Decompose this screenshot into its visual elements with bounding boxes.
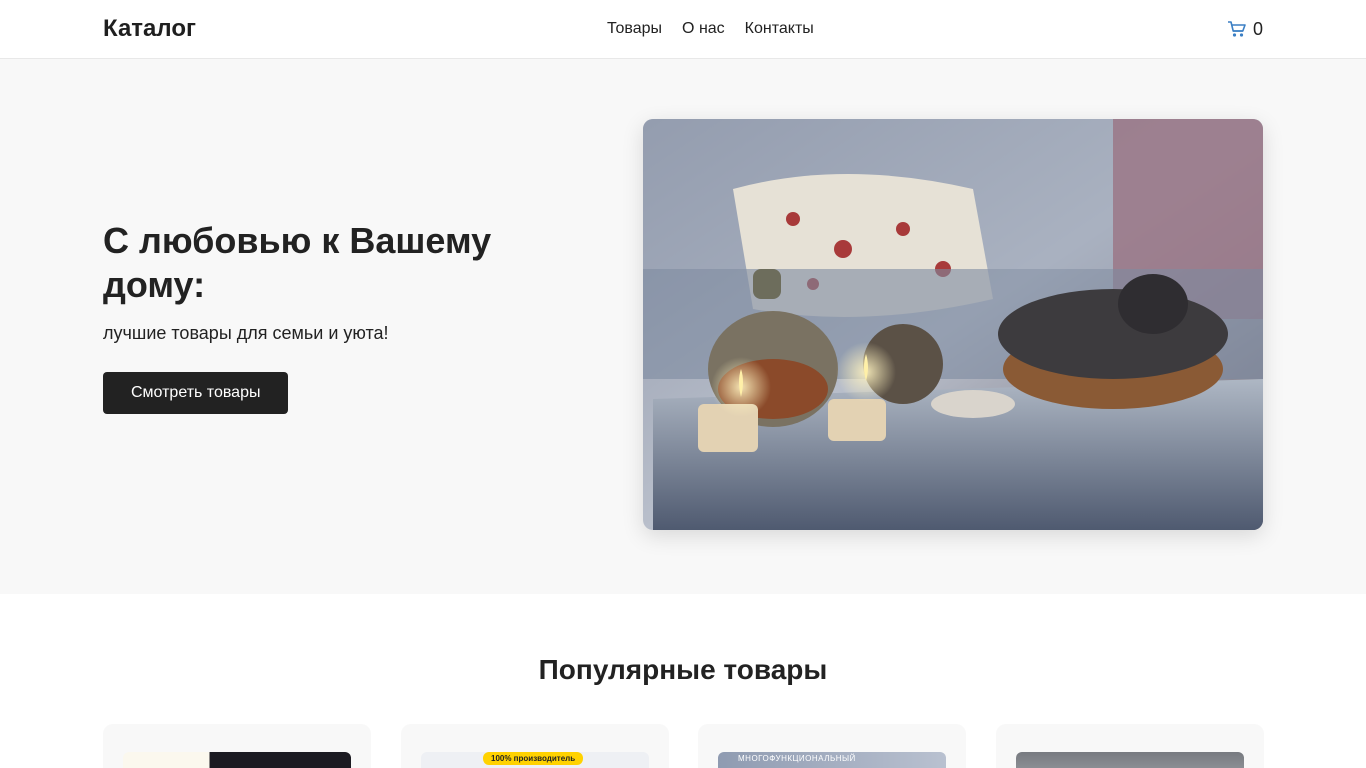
product-card[interactable] bbox=[103, 724, 371, 768]
site-logo[interactable]: Каталог bbox=[103, 15, 196, 43]
cart-button[interactable]: 0 bbox=[1227, 19, 1263, 40]
product-image bbox=[123, 752, 351, 768]
product-card[interactable]: МНОГОФУНКЦИОНАЛЬНЫЙ bbox=[698, 724, 966, 768]
product-grid: 100% производитель МНОГОФУНКЦИОНАЛЬНЫЙ bbox=[103, 686, 1264, 768]
hero-image bbox=[643, 119, 1263, 530]
product-image: МНОГОФУНКЦИОНАЛЬНЫЙ bbox=[718, 752, 946, 768]
nav-link-contacts[interactable]: Контакты bbox=[745, 20, 814, 38]
product-card[interactable]: 100% производитель bbox=[401, 724, 669, 768]
site-header: Каталог Товары О нас Контакты 0 bbox=[0, 0, 1366, 59]
product-badge: 100% производитель bbox=[483, 752, 584, 765]
hero-subtitle: лучшие товары для семьи и уюта! bbox=[103, 323, 389, 343]
product-card[interactable] bbox=[996, 724, 1264, 768]
nav-link-about[interactable]: О нас bbox=[682, 20, 725, 38]
product-image bbox=[1016, 752, 1244, 768]
main-nav: Товары О нас Контакты bbox=[607, 0, 814, 58]
hero-section: С любовью к Вашему дому: лучшие товары д… bbox=[0, 59, 1366, 594]
product-badge: МНОГОФУНКЦИОНАЛЬНЫЙ bbox=[738, 754, 856, 763]
popular-section: Популярные товары 100% производитель МНО… bbox=[0, 594, 1366, 768]
popular-title: Популярные товары bbox=[538, 654, 828, 685]
view-products-button[interactable]: Смотреть товары bbox=[103, 372, 289, 414]
hero-text: С любовью к Вашему дому: лучшие товары д… bbox=[103, 219, 543, 414]
nav-link-products[interactable]: Товары bbox=[607, 20, 662, 38]
hero-title: С любовью к Вашему дому: bbox=[103, 220, 492, 305]
product-image: 100% производитель bbox=[421, 752, 649, 768]
shopping-cart-icon bbox=[1227, 21, 1246, 37]
cart-count: 0 bbox=[1252, 18, 1263, 39]
